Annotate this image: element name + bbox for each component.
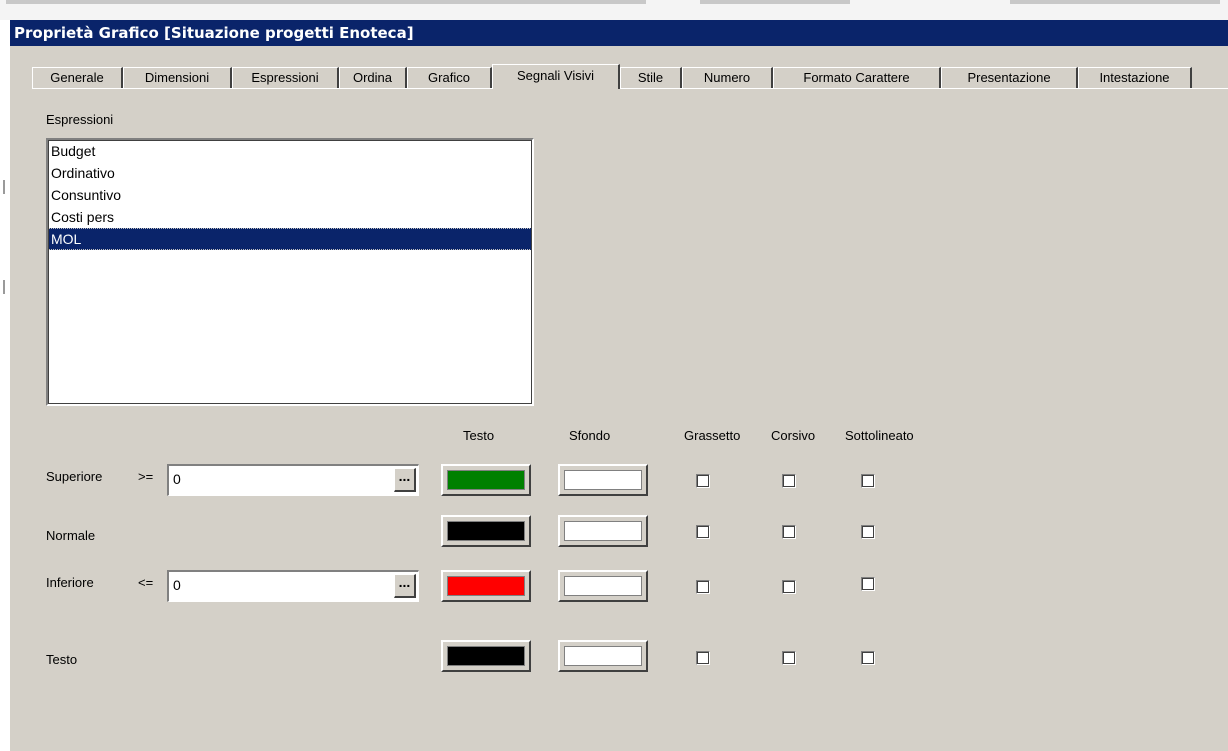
tab-generale[interactable]: Generale bbox=[32, 67, 123, 88]
normale-bg-color-swatch bbox=[564, 521, 642, 541]
superiore-underline-checkbox[interactable] bbox=[861, 474, 875, 488]
testo-bg-color-swatch bbox=[564, 646, 642, 666]
tab-grafico[interactable]: Grafico bbox=[407, 67, 492, 88]
normale-label: Normale bbox=[46, 528, 96, 543]
column-header-sfondo: Sfondo bbox=[569, 428, 611, 443]
dialog-titlebar[interactable]: Proprietà Grafico [Situazione progetti E… bbox=[10, 20, 1228, 46]
superiore-text-color-button[interactable] bbox=[441, 464, 531, 496]
tab-intestazione[interactable]: Intestazione bbox=[1078, 67, 1192, 88]
superiore-threshold-value: 0 bbox=[173, 471, 181, 487]
chart-properties-dialog: Proprietà Grafico [Situazione progetti E… bbox=[9, 20, 1228, 751]
tab-ordina[interactable]: Ordina bbox=[339, 67, 407, 88]
list-item-mol-selected[interactable]: MOL bbox=[48, 228, 532, 250]
background-window-strip bbox=[0, 0, 1228, 20]
superiore-threshold-input[interactable]: 0 ... bbox=[167, 464, 419, 496]
expressions-label: Espressioni bbox=[46, 112, 114, 127]
superiore-label: Superiore bbox=[46, 469, 103, 484]
inferiore-label: Inferiore bbox=[46, 575, 94, 590]
expressions-listbox[interactable]: Budget Ordinativo Consuntivo Costi pers … bbox=[46, 138, 534, 406]
testo-row-label: Testo bbox=[46, 652, 78, 667]
normale-underline-checkbox[interactable] bbox=[861, 525, 875, 539]
background-window-edge bbox=[0, 20, 9, 751]
inferiore-text-color-swatch bbox=[447, 576, 525, 596]
column-header-corsivo: Corsivo bbox=[771, 428, 816, 443]
list-item-costi-pers[interactable]: Costi pers bbox=[48, 206, 532, 228]
normale-bg-color-button[interactable] bbox=[558, 515, 648, 547]
column-header-testo: Testo bbox=[463, 428, 495, 443]
superiore-operator: >= bbox=[138, 469, 154, 484]
testo-text-color-swatch bbox=[447, 646, 525, 666]
normale-bold-checkbox[interactable] bbox=[696, 525, 710, 539]
testo-underline-checkbox[interactable] bbox=[861, 651, 875, 665]
tab-strip: Generale Dimensioni Espressioni Ordina G… bbox=[32, 64, 1222, 89]
tab-espressioni[interactable]: Espressioni bbox=[232, 67, 339, 88]
superiore-expression-button[interactable]: ... bbox=[394, 468, 416, 492]
list-item-budget[interactable]: Budget bbox=[48, 140, 532, 162]
normale-text-color-swatch bbox=[447, 521, 525, 541]
tab-dimensioni[interactable]: Dimensioni bbox=[123, 67, 232, 88]
column-header-grassetto: Grassetto bbox=[684, 428, 741, 443]
testo-text-color-button[interactable] bbox=[441, 640, 531, 672]
superiore-bold-checkbox[interactable] bbox=[696, 474, 710, 488]
list-item-consuntivo[interactable]: Consuntivo bbox=[48, 184, 532, 206]
list-item-ordinativo[interactable]: Ordinativo bbox=[48, 162, 532, 184]
tab-stile[interactable]: Stile bbox=[620, 67, 682, 88]
inferiore-threshold-input[interactable]: 0 ... bbox=[167, 570, 419, 602]
inferiore-bg-color-swatch bbox=[564, 576, 642, 596]
testo-bg-color-button[interactable] bbox=[558, 640, 648, 672]
superiore-bg-color-button[interactable] bbox=[558, 464, 648, 496]
inferiore-bg-color-button[interactable] bbox=[558, 570, 648, 602]
tab-segnali-visivi[interactable]: Segnali Visivi bbox=[492, 64, 620, 89]
inferiore-underline-checkbox[interactable] bbox=[861, 577, 875, 591]
inferiore-expression-button[interactable]: ... bbox=[394, 574, 416, 598]
inferiore-threshold-value: 0 bbox=[173, 577, 181, 593]
superiore-bg-color-swatch bbox=[564, 470, 642, 490]
inferiore-operator: <= bbox=[138, 575, 154, 590]
tab-panel-border bbox=[32, 88, 1228, 89]
tab-presentazione[interactable]: Presentazione bbox=[941, 67, 1078, 88]
testo-italic-checkbox[interactable] bbox=[782, 651, 796, 665]
superiore-text-color-swatch bbox=[447, 470, 525, 490]
column-header-sottolineato: Sottolineato bbox=[845, 428, 914, 443]
superiore-italic-checkbox[interactable] bbox=[782, 474, 796, 488]
inferiore-bold-checkbox[interactable] bbox=[696, 580, 710, 594]
tab-formato-carattere[interactable]: Formato Carattere bbox=[773, 67, 941, 88]
inferiore-text-color-button[interactable] bbox=[441, 570, 531, 602]
inferiore-italic-checkbox[interactable] bbox=[782, 580, 796, 594]
testo-bold-checkbox[interactable] bbox=[696, 651, 710, 665]
normale-italic-checkbox[interactable] bbox=[782, 525, 796, 539]
tab-numero[interactable]: Numero bbox=[682, 67, 773, 88]
normale-text-color-button[interactable] bbox=[441, 515, 531, 547]
